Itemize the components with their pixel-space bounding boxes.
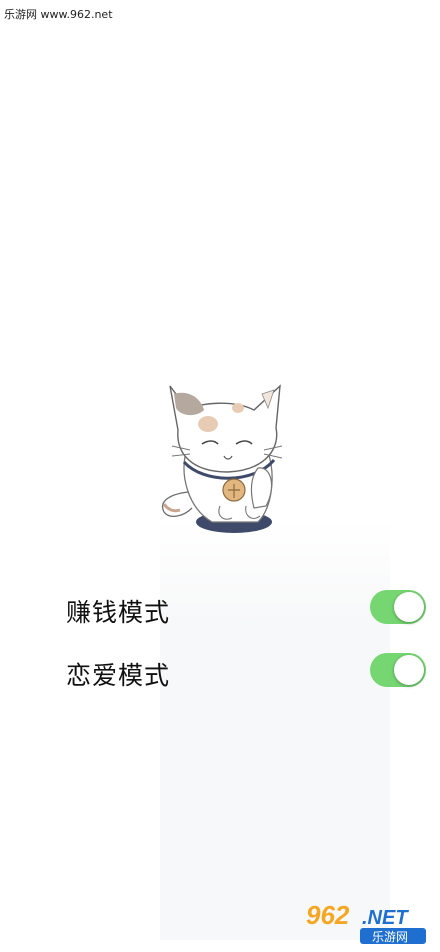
setting-row-money-mode: 赚钱模式 — [66, 587, 436, 631]
setting-label-money-mode: 赚钱模式 — [66, 598, 171, 627]
watermark-logo-cn: 乐游网 — [372, 930, 408, 944]
background-shadow-panel — [160, 520, 390, 940]
toggle-knob — [394, 655, 424, 685]
app-screen: 乐游网 www.962.net 赚钱模式 恋爱模式 962 .NET 乐游网 — [0, 0, 440, 952]
love-mode-toggle[interactable] — [370, 653, 426, 687]
money-mode-toggle[interactable] — [370, 590, 426, 624]
toggle-knob — [394, 592, 424, 622]
watermark-logo-number: 962 — [306, 900, 350, 930]
setting-row-love-mode: 恋爱模式 — [66, 650, 436, 694]
setting-label-love-mode: 恋爱模式 — [66, 661, 171, 690]
watermark-site-text: 乐游网 www.962.net — [4, 8, 113, 21]
watermark-logo: 962 .NET 乐游网 — [306, 900, 426, 944]
lucky-cat-icon — [162, 384, 283, 533]
watermark-logo-net: .NET — [362, 907, 409, 929]
